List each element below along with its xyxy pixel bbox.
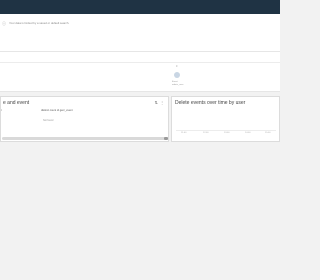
timeline-caption: Event xyxy=(172,81,178,83)
timeline-area: 0 Event admin_user xyxy=(0,52,280,92)
timeline-marker[interactable] xyxy=(174,72,180,78)
events-table-title: e and event xyxy=(3,100,30,106)
events-table-panel: e and event ⇅ ⋮ r distinct count of gerc… xyxy=(0,96,169,142)
panel-tools: ⇅ ⋮ xyxy=(154,100,164,105)
search-notice-text: Your data is limited by a saved or defau… xyxy=(9,21,70,25)
time-tick-0: 11:00 xyxy=(181,132,187,134)
time-axis xyxy=(176,130,276,131)
delete-events-chart-panel: Delete events over time by user 11:00 12… xyxy=(171,96,280,142)
more-icon[interactable]: ⋮ xyxy=(160,100,164,105)
horizontal-scrollbar[interactable] xyxy=(2,137,165,140)
time-tick-3: 14:00 xyxy=(245,132,251,134)
filter-icon[interactable]: ⇅ xyxy=(155,100,158,105)
timeline-subcaption: admin_user xyxy=(172,84,184,86)
column-header-distinct-count[interactable]: distinct count of gerc_event xyxy=(41,109,73,112)
time-tick-4: 15:00 xyxy=(265,132,271,134)
search-notice-bar xyxy=(0,14,280,52)
timeline-top-label: 0 xyxy=(176,65,178,68)
delete-events-chart-title: Delete events over time by user xyxy=(175,100,246,106)
top-navigation-bar xyxy=(0,0,280,14)
scrollbar-thumb[interactable] xyxy=(164,137,168,140)
timeline-axis xyxy=(0,62,280,63)
time-tick-2: 13:00 xyxy=(224,132,230,134)
column-header-left[interactable]: r xyxy=(1,109,2,112)
info-icon: ⓘ xyxy=(2,21,6,26)
table-cell-value: Not found xyxy=(43,119,54,122)
time-tick-1: 12:00 xyxy=(203,132,209,134)
